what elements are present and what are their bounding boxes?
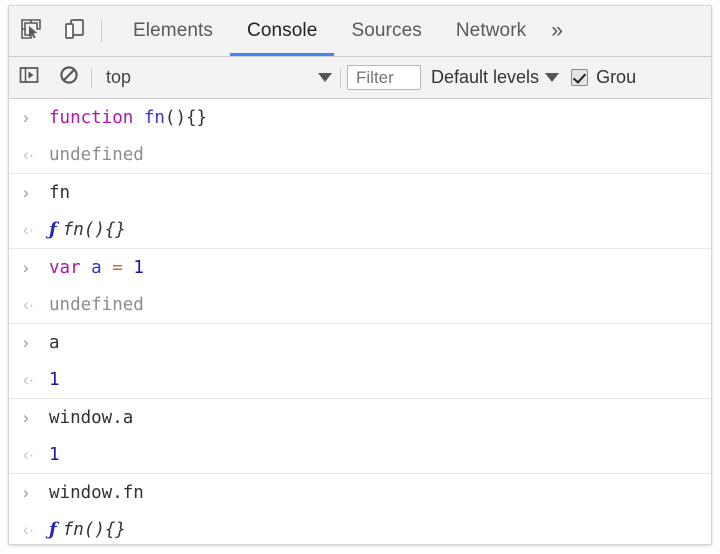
device-toolbar-icon bbox=[63, 17, 87, 46]
inspect-element-icon bbox=[19, 17, 43, 46]
console-input-row[interactable]: › fn bbox=[9, 174, 711, 211]
more-tabs-icon[interactable]: » bbox=[543, 6, 575, 56]
device-toolbar-button[interactable] bbox=[53, 6, 97, 56]
console-input-row[interactable]: › window.fn bbox=[9, 474, 711, 511]
group-similar-checkbox[interactable] bbox=[571, 69, 589, 86]
output-arrow-icon: ‹· bbox=[23, 445, 35, 464]
log-levels-selector[interactable]: Default levels bbox=[431, 67, 560, 88]
console-filter-toolbar: top Default levels Grou bbox=[9, 57, 711, 99]
clear-console-icon bbox=[58, 64, 80, 91]
console-input-text: fn bbox=[49, 182, 71, 203]
console-output-text: fn(){} bbox=[62, 219, 126, 240]
console-output-row: ‹· undefined bbox=[9, 136, 711, 173]
console-input-row[interactable]: › window.a bbox=[9, 399, 711, 436]
devtools-tabbar: Elements Console Sources Network » bbox=[9, 6, 711, 57]
execution-context-selector[interactable]: top bbox=[98, 67, 338, 88]
input-arrow-icon: › bbox=[23, 333, 29, 352]
output-arrow-icon: ‹· bbox=[23, 520, 35, 539]
console-output-row: ‹· ƒ fn(){} bbox=[9, 511, 711, 544]
group-similar-label: Grou bbox=[596, 67, 637, 87]
execution-context-label: top bbox=[106, 67, 132, 87]
console-input-row[interactable]: › a bbox=[9, 324, 711, 361]
console-output-row: ‹· 1 bbox=[9, 361, 711, 398]
console-sidebar-icon bbox=[18, 64, 40, 91]
console-output-text: 1 bbox=[49, 369, 60, 390]
console-output-text: undefined bbox=[49, 294, 144, 315]
console-input-row[interactable]: › function fn(){} bbox=[9, 99, 711, 136]
output-arrow-icon: ‹· bbox=[23, 295, 35, 314]
output-arrow-icon: ‹· bbox=[23, 220, 35, 239]
input-arrow-icon: › bbox=[23, 483, 29, 502]
inspect-element-button[interactable] bbox=[9, 6, 53, 56]
clear-console-button[interactable] bbox=[49, 64, 89, 91]
filterbar-separator-1 bbox=[91, 67, 92, 88]
filter-input[interactable] bbox=[347, 65, 421, 90]
devtools-tab-list: Elements Console Sources Network » bbox=[116, 6, 575, 56]
console-message-group: › function fn(){} ‹· undefined bbox=[9, 99, 711, 174]
group-similar-toggle[interactable]: Grou bbox=[571, 67, 636, 88]
output-arrow-icon: ‹· bbox=[23, 370, 35, 389]
console-input-text: window.a bbox=[49, 407, 134, 428]
log-levels-label: Default levels bbox=[431, 67, 540, 87]
console-message-group: › a ‹· 1 bbox=[9, 324, 711, 399]
input-arrow-icon: › bbox=[23, 183, 29, 202]
tabbar-separator bbox=[101, 19, 102, 43]
console-input-text: a bbox=[49, 332, 60, 353]
filterbar-separator-2 bbox=[340, 67, 341, 88]
console-input-text: var a = 1 bbox=[49, 257, 144, 278]
console-message-group: › window.fn ‹· ƒ fn(){} bbox=[9, 474, 711, 544]
console-output-text: fn(){} bbox=[62, 519, 126, 540]
input-arrow-icon: › bbox=[23, 408, 29, 427]
console-input-row[interactable]: › var a = 1 bbox=[9, 249, 711, 286]
console-sidebar-button[interactable] bbox=[9, 64, 49, 91]
console-output-row: ‹· ƒ fn(){} bbox=[9, 211, 711, 248]
console-output-row: ‹· undefined bbox=[9, 286, 711, 323]
tab-console[interactable]: Console bbox=[230, 6, 335, 56]
console-message-group: › fn ‹· ƒ fn(){} bbox=[9, 174, 711, 249]
chevron-down-icon bbox=[545, 73, 560, 82]
function-symbol-icon: ƒ bbox=[49, 519, 57, 540]
console-input-text: window.fn bbox=[49, 482, 144, 503]
console-message-list[interactable]: › function fn(){} ‹· undefined › fn ‹· ƒ… bbox=[9, 99, 711, 544]
tab-elements[interactable]: Elements bbox=[116, 6, 230, 56]
console-message-group: › var a = 1 ‹· undefined bbox=[9, 249, 711, 324]
chevron-down-icon bbox=[318, 73, 332, 82]
console-output-row: ‹· 1 bbox=[9, 436, 711, 473]
console-input-text: function fn(){} bbox=[49, 107, 208, 128]
input-arrow-icon: › bbox=[23, 258, 29, 277]
tab-sources[interactable]: Sources bbox=[334, 6, 438, 56]
output-arrow-icon: ‹· bbox=[23, 145, 35, 164]
input-arrow-icon: › bbox=[23, 108, 29, 127]
console-output-text: undefined bbox=[49, 144, 144, 165]
console-message-group: › window.a ‹· 1 bbox=[9, 399, 711, 474]
console-output-text: 1 bbox=[49, 444, 60, 465]
function-symbol-icon: ƒ bbox=[49, 219, 57, 240]
tab-network[interactable]: Network bbox=[439, 6, 543, 56]
devtools-window: Elements Console Sources Network » top F… bbox=[8, 5, 712, 545]
